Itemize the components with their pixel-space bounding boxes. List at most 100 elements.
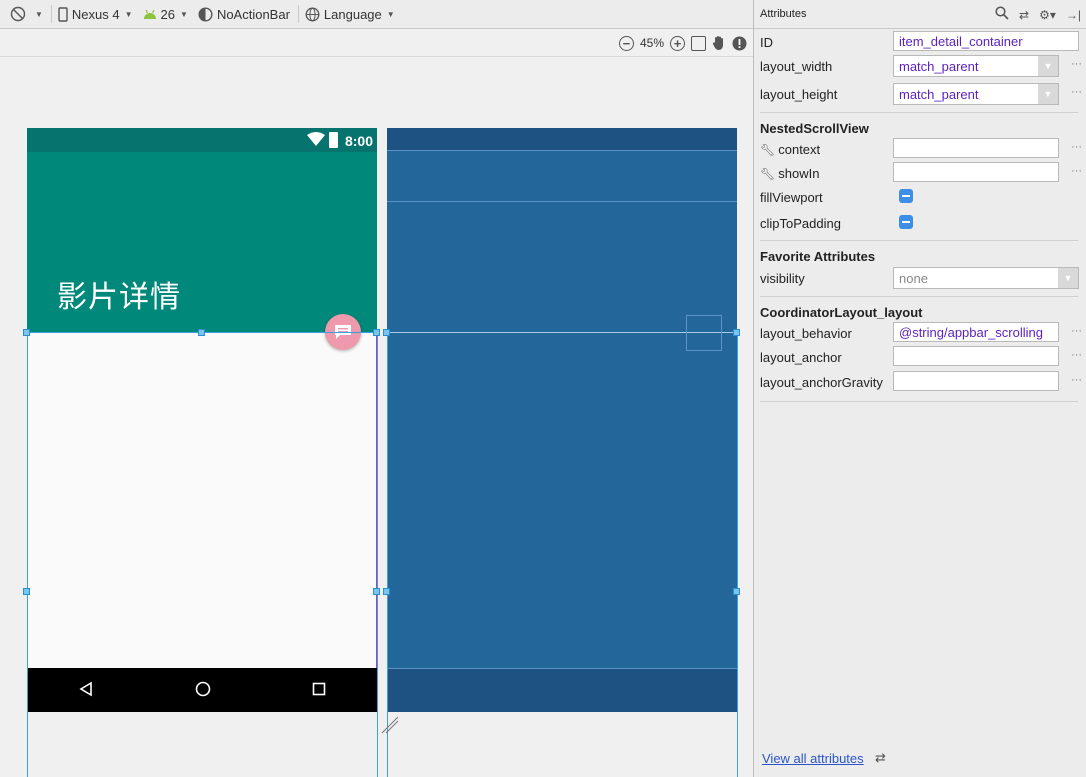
blueprint-edge-right <box>737 332 738 777</box>
attr-row-id: ID item_detail_container <box>754 31 1086 53</box>
language-selector[interactable]: Language ▼ <box>301 0 401 29</box>
select-value: none <box>899 271 928 286</box>
resize-handle[interactable] <box>373 329 380 336</box>
resize-handle[interactable] <box>733 588 740 595</box>
layout-anchor-field[interactable] <box>893 346 1059 366</box>
select-value: match_parent <box>899 59 979 74</box>
resize-handle[interactable] <box>23 329 30 336</box>
zoom-level: 45% <box>639 36 664 50</box>
layout-behavior-field[interactable]: @string/appbar_scrolling <box>893 322 1059 342</box>
attr-label: layout_width <box>760 59 833 74</box>
design-toolbar: ▼ Nexus 4 ▼ 26 ▼ NoActionBar Language ▼ <box>0 0 753 29</box>
attr-row-showin: 🔧︎ showIn ··· <box>754 162 1086 184</box>
design-canvas[interactable]: 8:00 影片详情 <box>0 57 753 777</box>
back-icon[interactable] <box>78 681 94 700</box>
chevron-down-icon: ▼ <box>124 9 133 19</box>
layout-anchor-gravity-field[interactable] <box>893 371 1059 391</box>
section-divider <box>760 240 1078 241</box>
view-all-attributes-link[interactable]: View all attributes <box>762 751 864 766</box>
selection-edge-right <box>377 332 378 777</box>
section-divider <box>760 401 1078 402</box>
more-icon[interactable]: ··· <box>1071 325 1082 337</box>
resize-corner-icon[interactable] <box>380 715 400 738</box>
design-preview[interactable]: 8:00 影片详情 <box>27 128 377 712</box>
globe-icon <box>305 7 320 22</box>
section-divider <box>760 296 1078 297</box>
blueprint-guide <box>387 668 737 669</box>
layout-height-select[interactable]: match_parent ▼ <box>893 83 1059 105</box>
zoom-out-icon[interactable]: − <box>618 35 634 51</box>
blueprint-navigation-bar <box>387 668 737 712</box>
resize-handle[interactable] <box>383 329 390 336</box>
chevron-down-icon: ▼ <box>1058 268 1078 288</box>
chevron-down-icon: ▼ <box>386 9 395 19</box>
id-field[interactable]: item_detail_container <box>893 31 1079 51</box>
resize-handle[interactable] <box>383 588 390 595</box>
pan-hand-icon[interactable] <box>712 35 726 51</box>
battery-icon <box>329 132 338 148</box>
device-label: Nexus 4 <box>71 6 120 22</box>
recents-icon[interactable] <box>312 682 326 699</box>
api-level-selector[interactable]: 26 ▼ <box>139 0 194 29</box>
section-nested-scroll-view: NestedScrollView <box>760 121 869 136</box>
toolbar-divider <box>50 5 52 23</box>
attributes-header: Attributes ⇄ ⚙▾ →| <box>754 0 1086 29</box>
more-icon[interactable]: ··· <box>1071 86 1082 98</box>
device-selector[interactable]: Nexus 4 ▼ <box>54 0 139 29</box>
hide-panel-icon[interactable]: →| <box>1066 8 1081 22</box>
swap-icon[interactable]: ⇄ <box>1019 8 1029 22</box>
chevron-down-icon: ▼ <box>35 9 43 19</box>
blueprint-edge-left <box>387 332 388 777</box>
attr-row-layout-behavior: layout_behavior @string/appbar_scrolling… <box>754 322 1086 344</box>
section-coordinator-layout: CoordinatorLayout_layout <box>760 305 923 320</box>
orientation-button[interactable]: ▼ <box>6 0 49 29</box>
attr-label: layout_anchor <box>760 350 842 365</box>
more-icon[interactable]: ··· <box>1071 141 1082 153</box>
attr-label: fillViewport <box>760 190 823 205</box>
resize-handle[interactable] <box>733 329 740 336</box>
blueprint-guide <box>387 201 737 202</box>
resize-handle[interactable] <box>23 588 30 595</box>
more-icon[interactable]: ··· <box>1071 349 1082 361</box>
attr-row-fill-viewport: fillViewport <box>754 186 1086 208</box>
attr-label: showIn <box>778 166 820 181</box>
attr-row-context: 🔧︎ context ··· <box>754 138 1086 160</box>
resize-handle[interactable] <box>373 588 380 595</box>
gear-icon[interactable]: ⚙▾ <box>1039 8 1056 22</box>
home-icon[interactable] <box>195 681 211 700</box>
status-time: 8:00 <box>344 133 373 149</box>
more-icon[interactable]: ··· <box>1071 374 1082 386</box>
context-field[interactable] <box>893 138 1059 158</box>
theme-icon <box>198 6 213 22</box>
nested-scroll-view[interactable] <box>27 332 377 668</box>
attr-row-clip-to-padding: clipToPadding <box>754 212 1086 234</box>
toolbar-divider <box>297 5 299 23</box>
attributes-panel: Attributes ⇄ ⚙▾ →| ID item_detail_contai… <box>753 0 1086 777</box>
theme-selector[interactable]: NoActionBar <box>194 0 296 29</box>
clip-to-padding-checkbox[interactable] <box>899 215 913 229</box>
zoom-toolbar: − 45% + <box>0 29 753 57</box>
zoom-in-icon[interactable]: + <box>670 35 685 51</box>
android-icon <box>143 9 157 20</box>
fit-screen-icon[interactable] <box>691 35 706 51</box>
app-bar[interactable]: 影片详情 <box>27 152 377 332</box>
swap-icon[interactable]: ⇄ <box>875 750 886 766</box>
layout-width-select[interactable]: match_parent ▼ <box>893 55 1059 77</box>
more-icon[interactable]: ··· <box>1071 165 1082 177</box>
navigation-bar <box>27 668 377 712</box>
warning-icon[interactable] <box>732 36 747 51</box>
attr-row-visibility: visibility none ▼ <box>754 267 1086 289</box>
select-value: match_parent <box>899 87 979 102</box>
wrench-icon: 🔧︎ <box>760 143 776 157</box>
visibility-select[interactable]: none ▼ <box>893 267 1079 289</box>
resize-handle[interactable] <box>198 329 205 336</box>
showin-field[interactable] <box>893 162 1059 182</box>
attr-label: ID <box>760 35 773 50</box>
blueprint-preview[interactable] <box>387 128 737 712</box>
attr-label: layout_behavior <box>760 326 852 341</box>
search-icon[interactable] <box>995 6 1009 23</box>
fill-viewport-checkbox[interactable] <box>899 189 913 203</box>
attr-label-wrap: 🔧︎ showIn <box>760 166 892 181</box>
header-actions: ⇄ ⚙▾ →| <box>995 6 1081 23</box>
more-icon[interactable]: ··· <box>1071 58 1082 70</box>
